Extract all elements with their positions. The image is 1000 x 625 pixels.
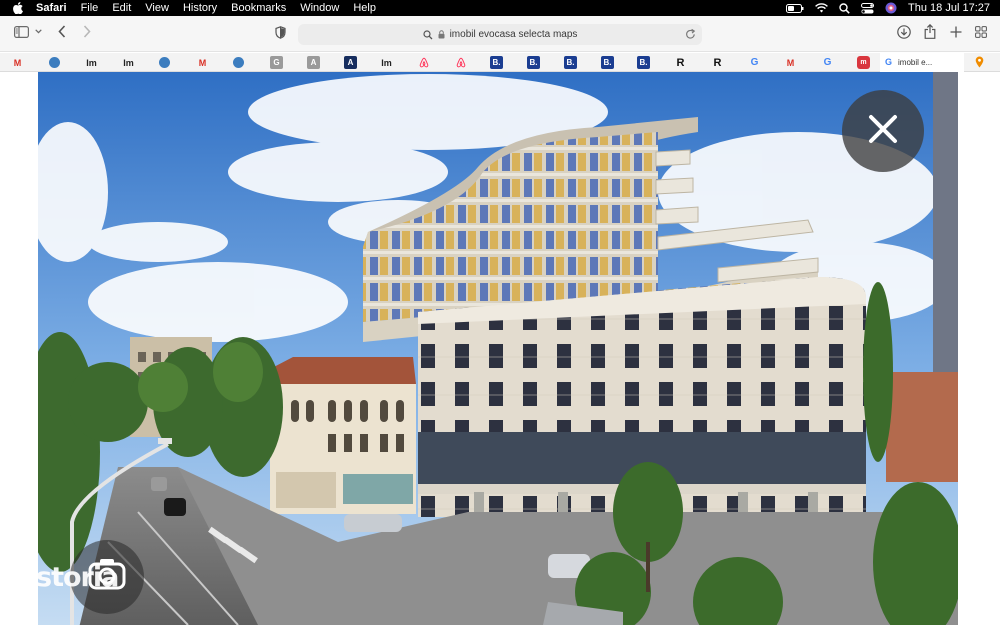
- favorite-red-icon[interactable]: m: [857, 56, 870, 69]
- old-house-roof: [270, 357, 416, 384]
- control-center-icon[interactable]: [861, 2, 875, 14]
- favorite-google-icon[interactable]: G: [748, 56, 761, 69]
- menu-edit[interactable]: Edit: [112, 0, 131, 16]
- spotlight-search-icon[interactable]: [839, 2, 850, 14]
- close-icon: [868, 114, 898, 149]
- favorite-imobiliare-icon[interactable]: Im: [122, 56, 135, 69]
- favorite-circle-icon[interactable]: [49, 57, 60, 68]
- lock-icon: [438, 30, 445, 39]
- favorite-google-icon[interactable]: G: [821, 56, 834, 69]
- menu-window[interactable]: Window: [300, 0, 339, 16]
- menubar-clock[interactable]: Thu 18 Jul 17:27: [908, 2, 990, 14]
- favorite-a-icon[interactable]: A: [307, 56, 320, 69]
- battery-icon[interactable]: [786, 3, 804, 13]
- macos-menu-bar: Safari File Edit View History Bookmarks …: [0, 0, 1000, 16]
- favorite-a-icon[interactable]: A: [344, 56, 357, 69]
- address-bar[interactable]: imobil evocasa selecta maps: [298, 24, 702, 45]
- favorite-gmail-icon[interactable]: M: [11, 56, 24, 69]
- chevron-down-icon[interactable]: [35, 29, 42, 34]
- tab-active-label: imobil e...: [898, 58, 933, 67]
- tab-overview-icon[interactable]: [975, 26, 987, 38]
- listing-photo: [38, 72, 958, 625]
- favorite-r-icon[interactable]: R: [711, 56, 724, 69]
- favorite-airbnb-icon[interactable]: [454, 56, 467, 69]
- downloads-icon[interactable]: [897, 25, 911, 39]
- new-tab-plus-icon[interactable]: [950, 26, 962, 38]
- reload-icon[interactable]: [685, 28, 696, 40]
- favorite-booking-icon[interactable]: B.: [490, 56, 503, 69]
- favorite-booking-icon[interactable]: B.: [564, 56, 577, 69]
- browser-toolbar: imobil evocasa selecta maps: [0, 16, 1000, 52]
- favorite-booking-icon[interactable]: B.: [637, 56, 650, 69]
- sidebar-toggle-icon[interactable]: [14, 26, 29, 38]
- favorite-airbnb-icon[interactable]: [417, 56, 430, 69]
- background-building-right: [886, 372, 958, 482]
- share-icon[interactable]: [924, 24, 936, 39]
- privacy-shield-icon[interactable]: [275, 26, 286, 39]
- wifi-icon[interactable]: [815, 3, 828, 13]
- menu-history[interactable]: History: [183, 0, 217, 16]
- favorite-r-icon[interactable]: R: [674, 56, 687, 69]
- address-bar-text: imobil evocasa selecta maps: [449, 29, 578, 40]
- menu-view[interactable]: View: [145, 0, 169, 16]
- siri-icon[interactable]: [885, 2, 897, 14]
- favorites-bar: M Im Im M G A A Im B. B. B. B. B. R R G …: [0, 53, 1000, 72]
- close-gallery-button[interactable]: [842, 90, 924, 172]
- location-pin-icon[interactable]: [975, 56, 984, 71]
- tab-active[interactable]: G imobil e...: [880, 53, 964, 72]
- storia-watermark: storia: [36, 562, 119, 593]
- apple-menu-icon[interactable]: [13, 2, 27, 14]
- forward-button-icon[interactable]: [83, 25, 91, 38]
- menu-app-safari[interactable]: Safari: [36, 0, 67, 16]
- favorite-g-icon[interactable]: G: [270, 56, 283, 69]
- page-content: storia: [0, 72, 1000, 625]
- favorite-booking-icon[interactable]: B.: [601, 56, 614, 69]
- favorite-gmail-icon[interactable]: M: [784, 56, 797, 69]
- menu-bookmarks[interactable]: Bookmarks: [231, 0, 286, 16]
- favorite-gmail-icon[interactable]: M: [196, 56, 209, 69]
- favorite-imobiliare-icon[interactable]: Im: [380, 56, 393, 69]
- google-icon: G: [885, 57, 893, 67]
- back-button-icon[interactable]: [58, 25, 66, 38]
- favorite-booking-icon[interactable]: B.: [527, 56, 540, 69]
- menu-help[interactable]: Help: [353, 0, 376, 16]
- search-icon: [422, 29, 433, 40]
- favorite-circle-icon[interactable]: [159, 57, 170, 68]
- menu-file[interactable]: File: [81, 0, 99, 16]
- favorite-imobiliare-icon[interactable]: Im: [85, 56, 98, 69]
- favorite-circle-icon[interactable]: [233, 57, 244, 68]
